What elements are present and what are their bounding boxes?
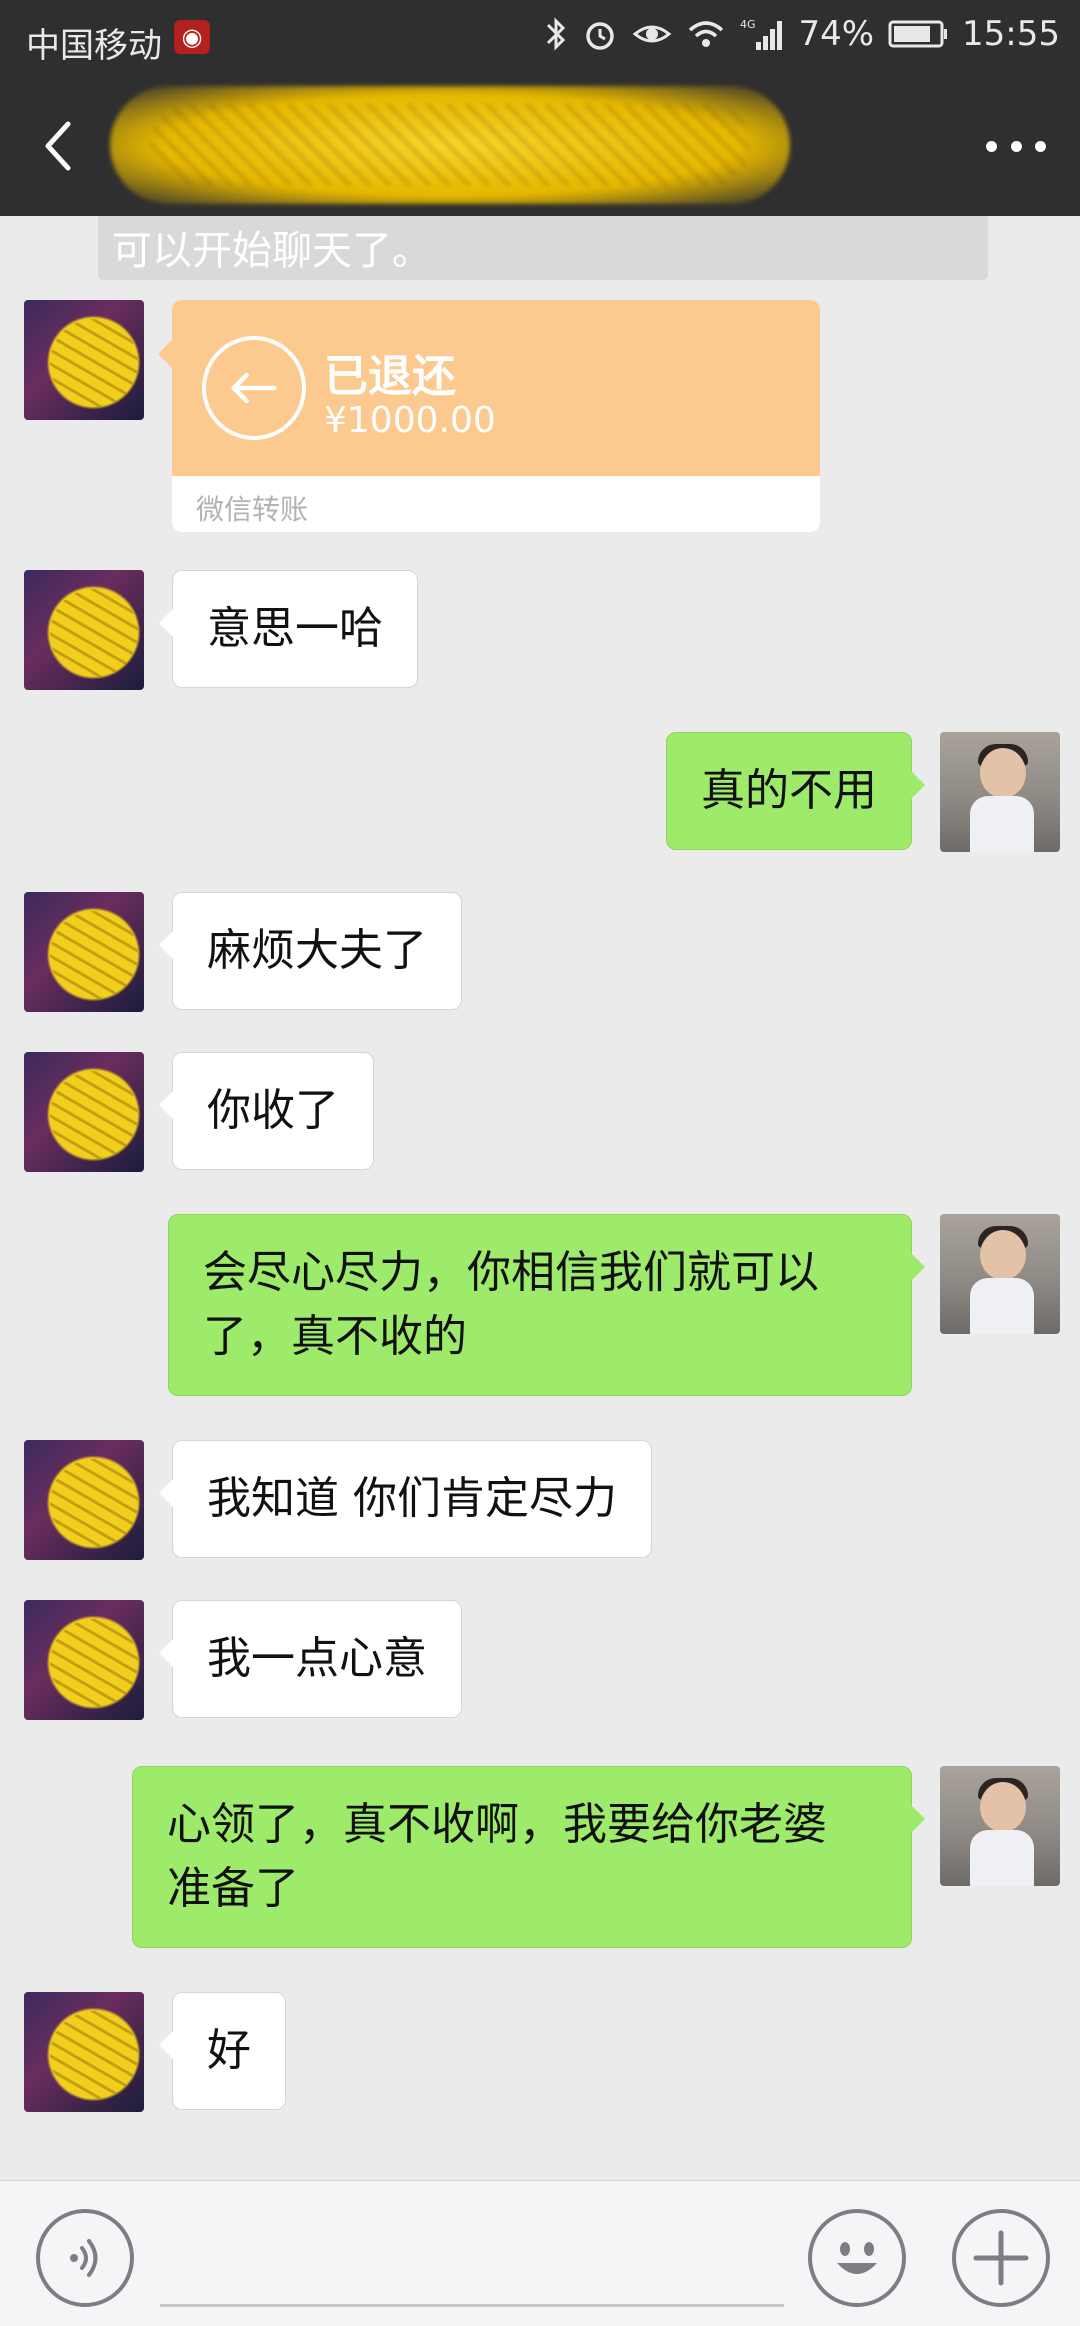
- chat-area[interactable]: 可以开始聊天了。 已退还 ¥1000.00 微信转账 意思一哈 真的不用 麻烦大…: [0, 216, 1080, 2180]
- message-line: 会尽心尽力，你相信我们就可以: [203, 1247, 819, 1298]
- self-avatar[interactable]: [940, 732, 1060, 852]
- contact-avatar[interactable]: [24, 1052, 144, 1172]
- bluetooth-icon: [547, 17, 566, 51]
- incoming-message[interactable]: 好: [159, 1992, 286, 2110]
- alarm-icon: [586, 22, 615, 50]
- return-arrow-icon: [202, 336, 306, 440]
- contact-avatar[interactable]: [24, 892, 144, 1012]
- incoming-message[interactable]: 你收了: [159, 1052, 374, 1170]
- battery-icon: [888, 20, 948, 48]
- input-bar: [0, 2180, 1080, 2326]
- title-bar: [0, 76, 1080, 216]
- contact-avatar[interactable]: [24, 570, 144, 690]
- voice-icon: [70, 2239, 98, 2277]
- more-dots-icon[interactable]: [986, 124, 1046, 168]
- eye-icon: [633, 25, 672, 43]
- outgoing-message[interactable]: 心领了，真不收啊，我要给你老婆 准备了: [132, 1766, 925, 1948]
- contact-avatar[interactable]: [24, 1440, 144, 1560]
- carrier-name: 中国移动: [26, 26, 162, 66]
- chevron-left-icon[interactable]: [36, 116, 80, 176]
- transfer-amount: ¥1000.00: [324, 400, 496, 441]
- outgoing-message[interactable]: 真的不用: [666, 732, 925, 850]
- contact-avatar[interactable]: [24, 1600, 144, 1720]
- voice-button[interactable]: [36, 2209, 134, 2307]
- incoming-message[interactable]: 麻烦大夫了: [159, 892, 462, 1010]
- clock: 15:55: [962, 14, 1060, 54]
- contact-avatar[interactable]: [24, 1992, 144, 2112]
- wifi-icon: [689, 21, 724, 47]
- emoji-button[interactable]: [808, 2209, 906, 2307]
- signal-icon: 4G: [740, 18, 783, 50]
- incoming-message[interactable]: 我一点心意: [159, 1600, 462, 1718]
- message-line: 准备了: [167, 1863, 299, 1914]
- transfer-card-header: 已退还 ¥1000.00: [158, 300, 820, 476]
- svg-text:4G: 4G: [740, 18, 756, 31]
- transfer-footer: 微信转账: [172, 476, 820, 532]
- weibo-icon: ◉: [174, 20, 210, 54]
- self-avatar[interactable]: [940, 1214, 1060, 1334]
- message-input[interactable]: [160, 2211, 784, 2307]
- incoming-message[interactable]: 我知道 你们肯定尽力: [159, 1440, 652, 1558]
- transfer-card[interactable]: 已退还 ¥1000.00 微信转账: [158, 300, 820, 532]
- system-message: 可以开始聊天了。: [98, 216, 988, 280]
- message-line: 了，真不收的: [203, 1311, 467, 1362]
- outgoing-message[interactable]: 会尽心尽力，你相信我们就可以 了，真不收的: [168, 1214, 925, 1396]
- chat-title-obscured: [110, 86, 790, 204]
- status-icons: 4G 74% 15:55: [544, 14, 1060, 54]
- message-line: 心领了，真不收啊，我要给你老婆: [167, 1799, 827, 1850]
- emoji-icon: [837, 2242, 877, 2274]
- plus-button[interactable]: [952, 2209, 1050, 2307]
- self-avatar[interactable]: [940, 1766, 1060, 1886]
- battery-percent: 74%: [798, 14, 875, 54]
- transfer-status: 已退还: [324, 351, 456, 402]
- contact-avatar[interactable]: [24, 300, 144, 420]
- incoming-message[interactable]: 意思一哈: [159, 570, 418, 688]
- plus-icon: [973, 2230, 1029, 2286]
- status-bar: 中国移动 ◉ 4G 74% 15:55: [0, 0, 1080, 76]
